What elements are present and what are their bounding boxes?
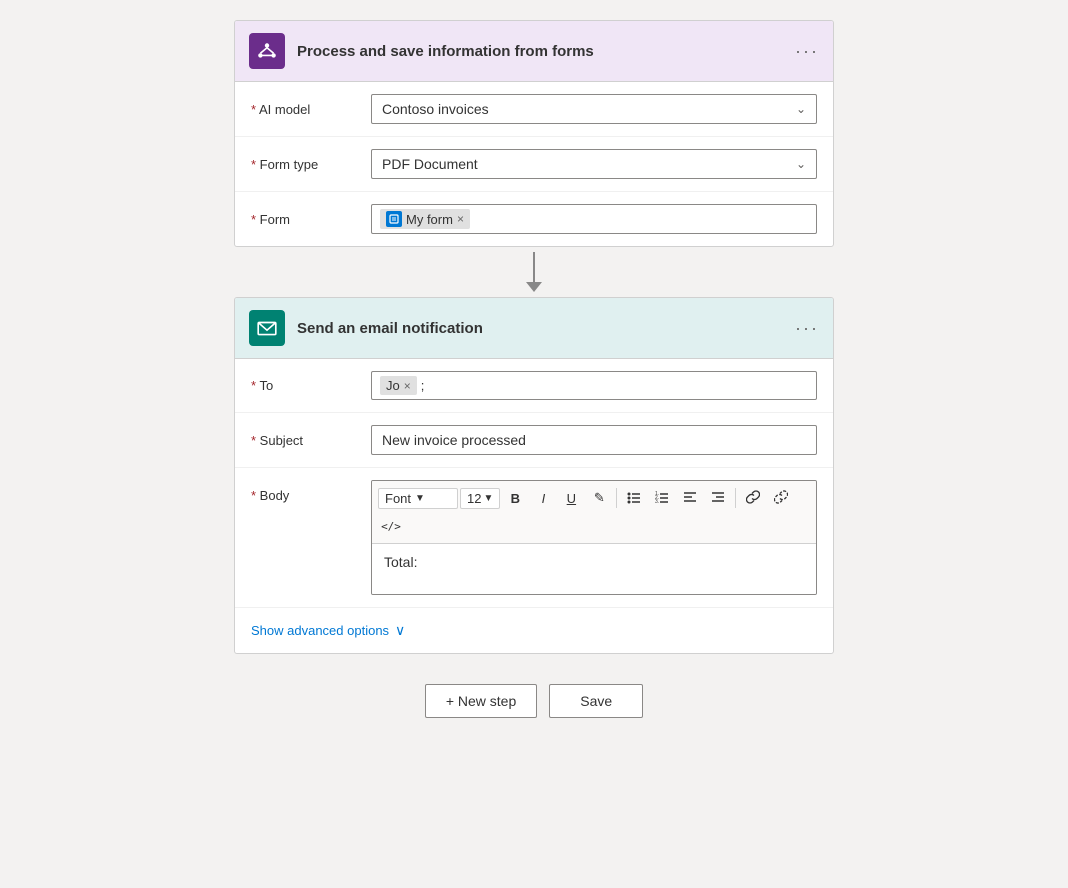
ordered-list-button[interactable]: 1.2.3. [649,485,675,511]
body-editor: Font ▼ 12 ▼ B [371,480,817,595]
to-tag-close-button[interactable]: × [404,379,411,393]
ai-model-chevron-icon: ⌄ [796,102,806,116]
card2-header: Send an email notification ··· [235,298,833,359]
advanced-options-toggle[interactable]: Show advanced options ∨ [235,608,833,653]
bold-button[interactable]: B [502,485,528,511]
highlight-button[interactable]: ✎ [586,485,612,511]
form-control[interactable]: My form × [371,204,817,234]
to-semicolon: ; [421,378,425,393]
body-label: * Body [251,480,371,503]
underline-button[interactable]: U [558,485,584,511]
align-right-button[interactable] [705,485,731,511]
to-label: * To [251,378,371,393]
subject-label: * Subject [251,433,371,448]
advanced-options-chevron-icon: ∨ [395,622,405,639]
ai-model-row: * AI model Contoso invoices ⌄ [235,82,833,137]
font-chevron-icon: ▼ [415,493,425,504]
form-tag-icon [386,211,402,227]
card2-body: * To Jo × ; * Subject [235,359,833,653]
card1-title: Process and save information from forms [297,43,783,60]
align-right-icon [711,490,725,507]
form-row: * Form My form [235,192,833,246]
subject-control[interactable] [371,425,817,455]
to-row: * To Jo × ; [235,359,833,413]
code-button[interactable]: </> [378,513,404,539]
ai-model-label: * AI model [251,102,371,117]
save-button[interactable]: Save [549,684,643,718]
ai-model-control[interactable]: Contoso invoices ⌄ [371,94,817,124]
toolbar-divider-2 [735,488,736,508]
form-type-row: * Form type PDF Document ⌄ [235,137,833,192]
ordered-list-icon: 1.2.3. [655,490,669,507]
subject-row: * Subject [235,413,833,468]
process-forms-card: Process and save information from forms … [234,20,834,247]
card2-icon [249,310,285,346]
unordered-list-button[interactable] [621,485,647,511]
link-button[interactable] [740,485,766,511]
unordered-list-icon [627,490,641,507]
align-left-button[interactable] [677,485,703,511]
align-left-icon [683,490,697,507]
card2-title: Send an email notification [297,320,783,337]
svg-text:3.: 3. [655,499,659,504]
connector-arrow-icon [526,282,542,292]
form-label: * Form [251,212,371,227]
body-content-area[interactable]: Total: [372,544,816,594]
card1-body: * AI model Contoso invoices ⌄ * Form typ… [235,82,833,246]
font-size-value: 12 [467,491,481,506]
font-size-select[interactable]: 12 ▼ [460,488,500,509]
font-select[interactable]: Font ▼ [378,488,458,509]
action-buttons: + New step Save [425,684,643,718]
form-tag-close-button[interactable]: × [457,212,464,226]
to-tag-input[interactable]: Jo × ; [371,371,817,400]
link-icon [746,490,760,507]
connector [526,247,542,297]
subject-input[interactable] [371,425,817,455]
editor-toolbar: Font ▼ 12 ▼ B [372,481,816,544]
card2-more-button[interactable]: ··· [795,319,819,337]
card1-icon [249,33,285,69]
brush-icon: ✎ [594,490,605,506]
font-size-chevron-icon: ▼ [483,493,493,504]
to-control[interactable]: Jo × ; [371,371,817,400]
body-control[interactable]: Font ▼ 12 ▼ B [371,480,817,595]
connector-line [533,252,535,282]
form-type-select[interactable]: PDF Document ⌄ [371,149,817,179]
send-email-card: Send an email notification ··· * To Jo ×… [234,297,834,654]
form-type-control[interactable]: PDF Document ⌄ [371,149,817,179]
card1-more-button[interactable]: ··· [795,42,819,60]
card1-header: Process and save information from forms … [235,21,833,82]
form-type-chevron-icon: ⌄ [796,157,806,171]
form-type-label: * Form type [251,157,371,172]
toolbar-divider-1 [616,488,617,508]
unlink-icon [774,490,788,507]
form-tag-input[interactable]: My form × [371,204,817,234]
body-text: Total: [384,554,417,570]
unlink-button[interactable] [768,485,794,511]
ai-model-select[interactable]: Contoso invoices ⌄ [371,94,817,124]
to-tag: Jo × [380,376,417,395]
italic-button[interactable]: I [530,485,556,511]
body-row: * Body Font ▼ 12 ▼ [235,468,833,608]
advanced-options-label: Show advanced options [251,623,389,638]
new-step-button[interactable]: + New step [425,684,537,718]
font-label: Font [385,491,411,506]
form-tag: My form × [380,209,470,229]
